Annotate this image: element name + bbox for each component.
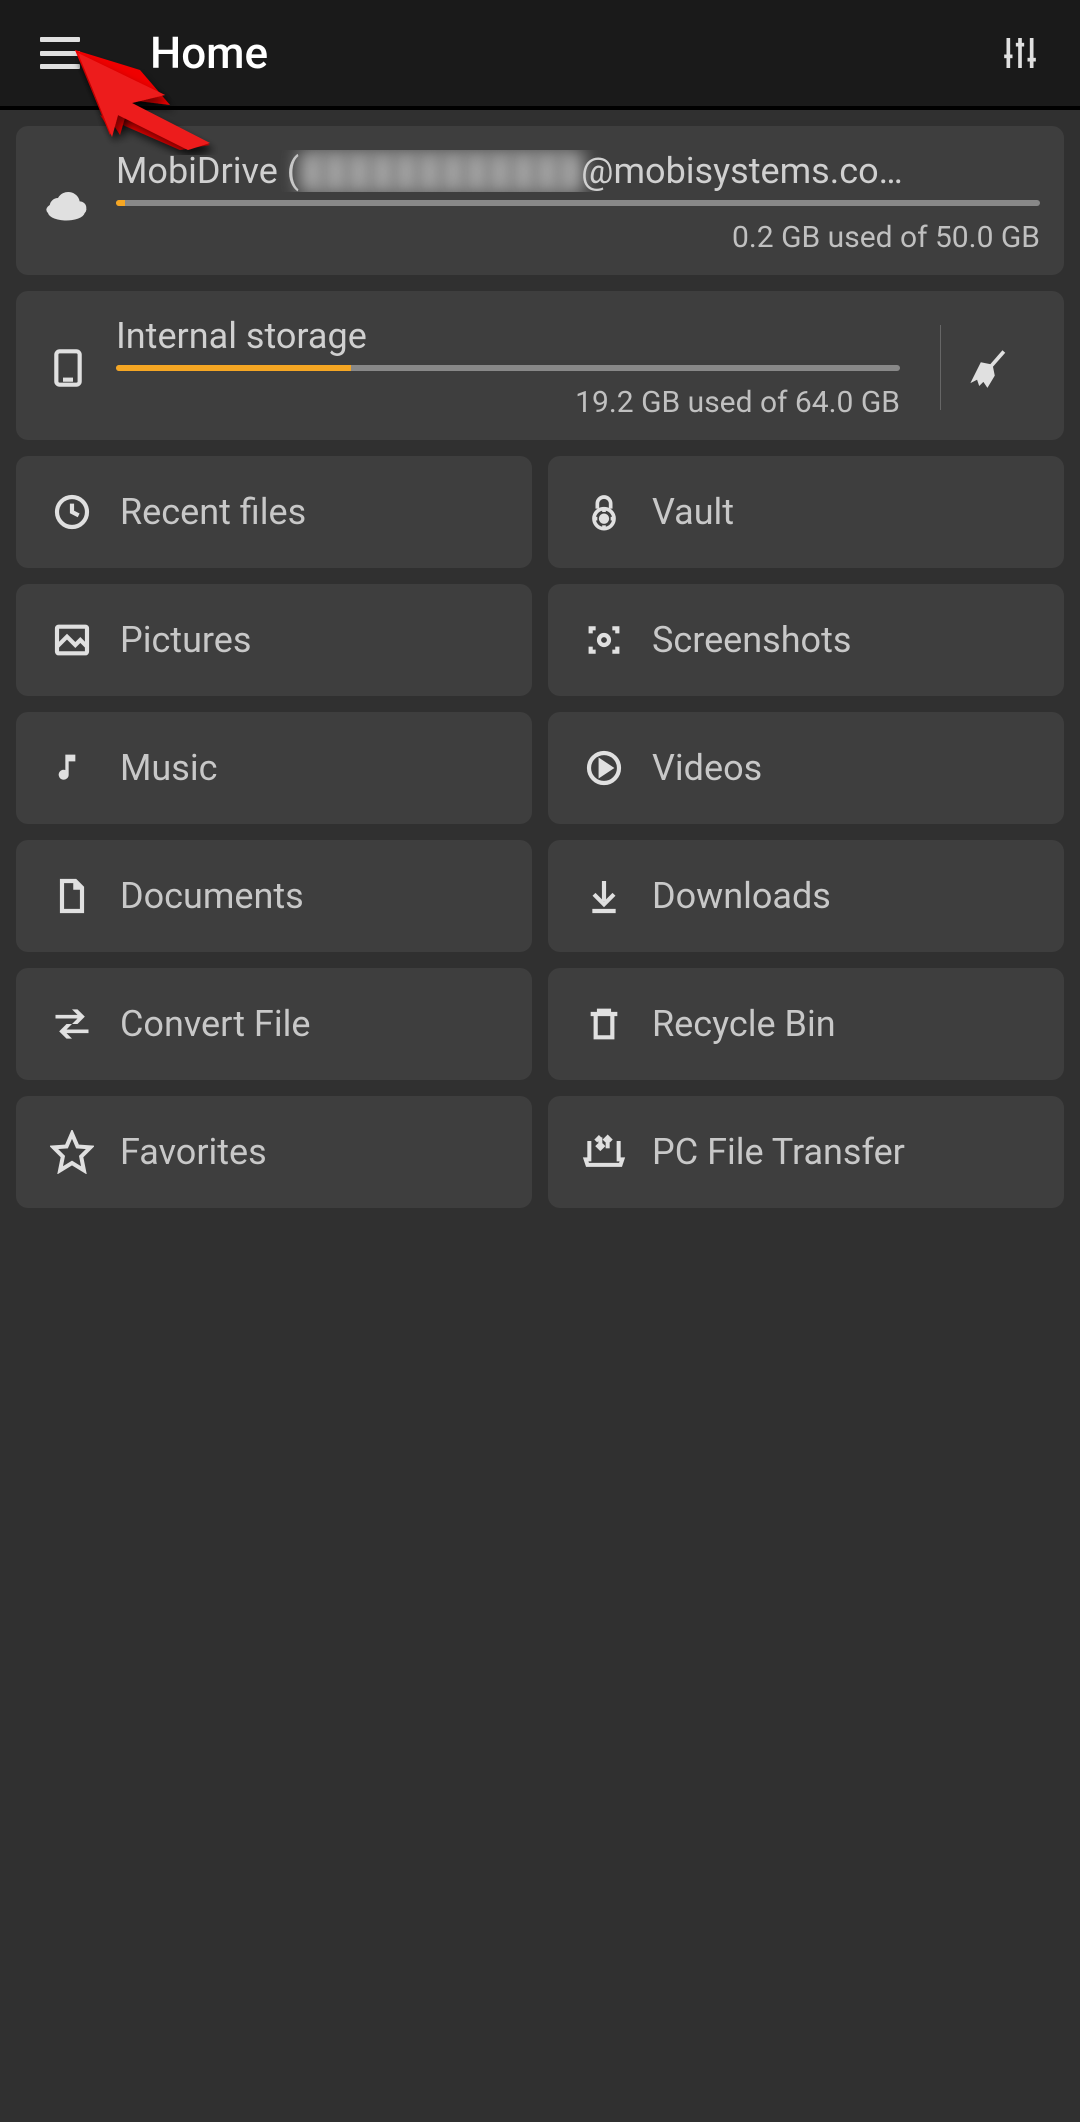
star-icon — [50, 1130, 94, 1174]
category-screenshots[interactable]: Screenshots — [548, 584, 1064, 696]
category-recent-files[interactable]: Recent files — [16, 456, 532, 568]
mobidrive-progress-fill — [116, 200, 125, 206]
equalizer-icon[interactable] — [1000, 33, 1040, 73]
category-label: Recent files — [120, 491, 306, 533]
mobidrive-progress — [116, 200, 1040, 206]
category-label: Music — [120, 747, 217, 789]
internal-progress — [116, 365, 900, 371]
category-label: PC File Transfer — [652, 1131, 905, 1173]
app-header: Home — [0, 0, 1080, 110]
category-label: Favorites — [120, 1131, 267, 1173]
category-label: Downloads — [652, 875, 831, 917]
clock-icon — [50, 490, 94, 534]
play-icon — [582, 746, 626, 790]
menu-icon[interactable] — [40, 37, 80, 69]
category-label: Pictures — [120, 619, 251, 661]
broom-icon — [969, 346, 1013, 390]
laptop-transfer-icon — [582, 1130, 626, 1174]
music-icon — [50, 746, 94, 790]
file-icon — [50, 874, 94, 918]
cloud-icon — [40, 183, 96, 223]
category-label: Videos — [652, 747, 762, 789]
trash-icon — [582, 1002, 626, 1046]
category-pictures[interactable]: Pictures — [16, 584, 532, 696]
convert-icon — [50, 1002, 94, 1046]
image-icon — [50, 618, 94, 662]
category-label: Convert File — [120, 1003, 310, 1045]
category-label: Screenshots — [652, 619, 851, 661]
mobidrive-label: MobiDrive (████████████@mobisystems.co… — [116, 150, 1040, 192]
category-favorites[interactable]: Favorites — [16, 1096, 532, 1208]
internal-usage: 19.2 GB used of 64.0 GB — [116, 385, 900, 420]
storage-card-internal[interactable]: Internal storage 19.2 GB used of 64.0 GB — [16, 291, 1064, 440]
lock-icon — [582, 490, 626, 534]
category-label: Documents — [120, 875, 304, 917]
mobidrive-usage: 0.2 GB used of 50.0 GB — [116, 220, 1040, 255]
category-downloads[interactable]: Downloads — [548, 840, 1064, 952]
category-vault[interactable]: Vault — [548, 456, 1064, 568]
category-music[interactable]: Music — [16, 712, 532, 824]
category-pc-file-transfer[interactable]: PC File Transfer — [548, 1096, 1064, 1208]
category-label: Vault — [652, 491, 734, 533]
page-title: Home — [150, 27, 268, 79]
category-label: Recycle Bin — [652, 1003, 836, 1045]
category-recycle-bin[interactable]: Recycle Bin — [548, 968, 1064, 1080]
category-videos[interactable]: Videos — [548, 712, 1064, 824]
category-convert-file[interactable]: Convert File — [16, 968, 532, 1080]
storage-card-mobidrive[interactable]: MobiDrive (████████████@mobisystems.co… … — [16, 126, 1064, 275]
category-grid: Recent files Vault Pictures Screenshots — [16, 456, 1064, 1208]
capture-icon — [582, 618, 626, 662]
category-documents[interactable]: Documents — [16, 840, 532, 952]
internal-label: Internal storage — [116, 315, 900, 357]
phone-icon — [40, 340, 96, 396]
clean-button[interactable] — [940, 325, 1040, 410]
download-icon — [582, 874, 626, 918]
internal-progress-fill — [116, 365, 351, 371]
